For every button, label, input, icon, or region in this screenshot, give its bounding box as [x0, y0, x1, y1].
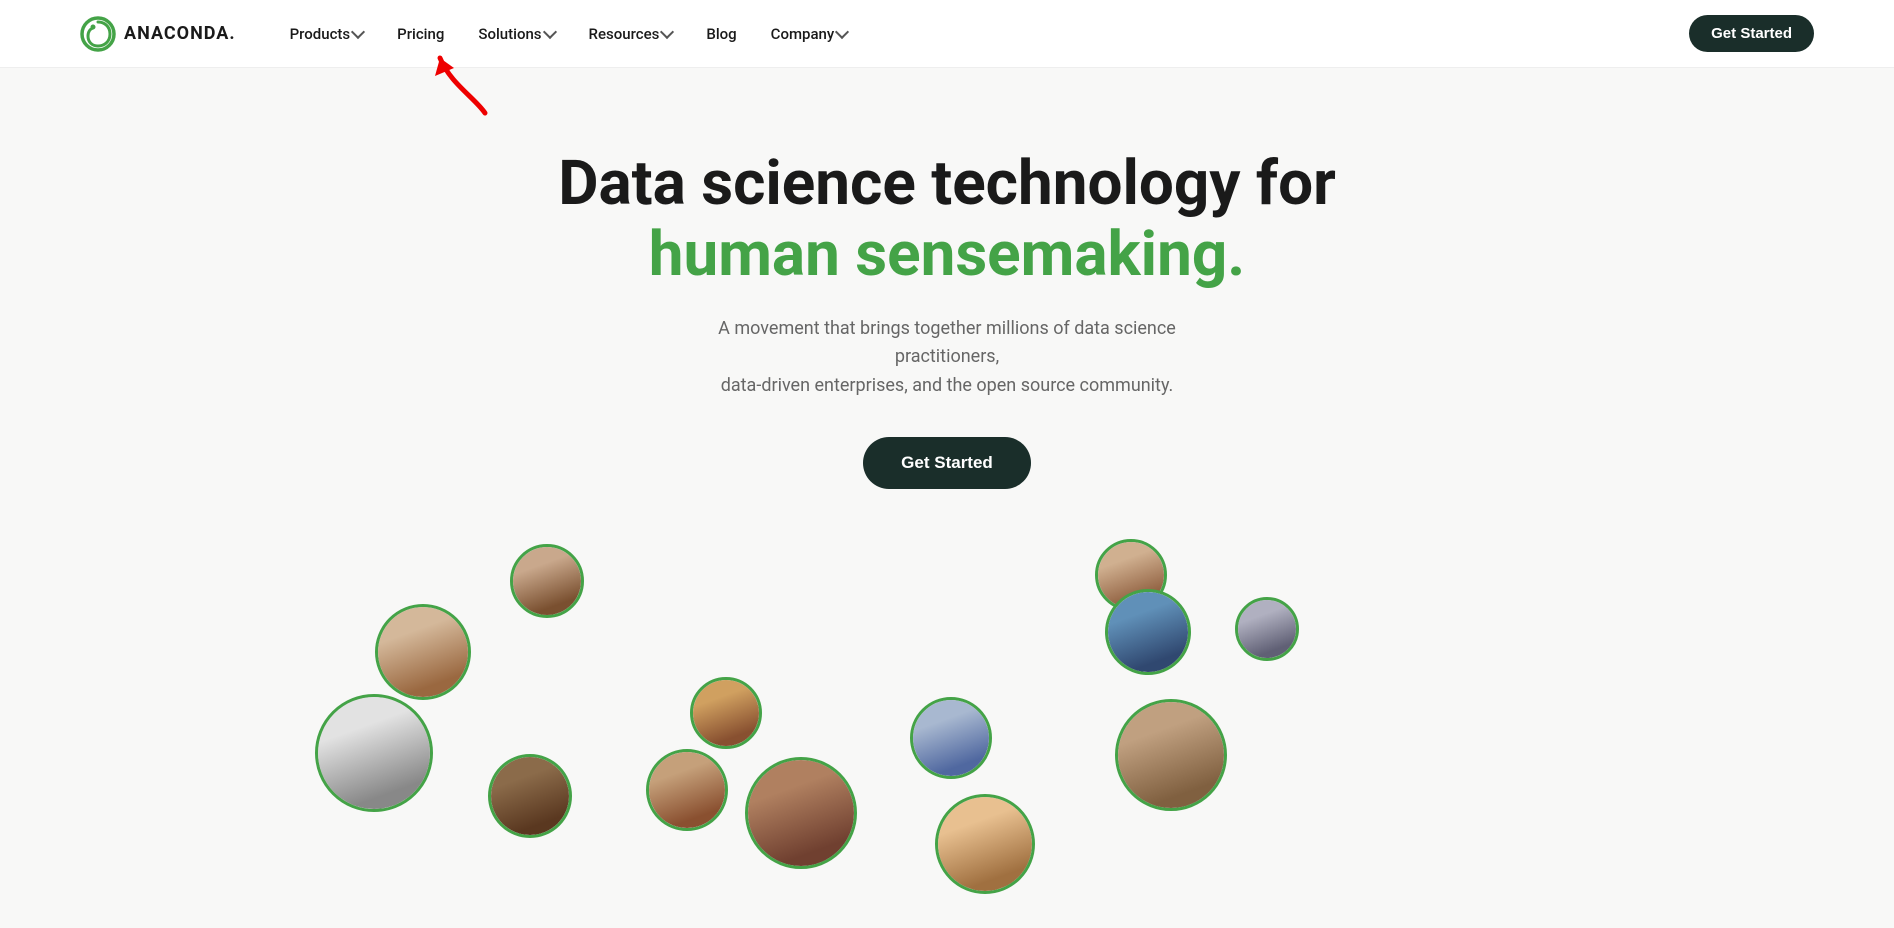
chevron-down-icon	[835, 25, 849, 39]
avatar	[935, 794, 1035, 894]
avatar	[315, 694, 433, 812]
avatar	[745, 757, 857, 869]
avatar	[1105, 589, 1191, 675]
avatar	[1235, 597, 1299, 661]
navbar: ANACONDA. Products Pricing Solutions Res…	[0, 0, 1894, 68]
hero-section: Data science technology for human sensem…	[0, 68, 1894, 909]
nav-get-started-button[interactable]: Get Started	[1689, 15, 1814, 52]
nav-item-solutions[interactable]: Solutions	[464, 17, 568, 51]
nav-item-company[interactable]: Company	[757, 17, 862, 51]
logo[interactable]: ANACONDA.	[80, 16, 236, 52]
avatars-cluster	[40, 509, 1854, 909]
logo-text: ANACONDA.	[124, 23, 236, 44]
avatar	[646, 749, 728, 831]
avatar	[510, 544, 584, 618]
nav-item-resources[interactable]: Resources	[575, 17, 687, 51]
hero-title-accent: human sensemaking.	[649, 218, 1245, 291]
chevron-down-icon	[542, 25, 556, 39]
anaconda-logo-icon	[80, 16, 116, 52]
avatar	[1115, 699, 1227, 811]
nav-item-pricing[interactable]: Pricing	[383, 17, 458, 51]
chevron-down-icon	[660, 25, 674, 39]
hero-subtitle: A movement that brings together millions…	[667, 315, 1227, 401]
avatar	[690, 677, 762, 749]
nav-links: Products Pricing Solutions Resources Blo…	[276, 17, 1690, 51]
avatar	[910, 697, 992, 779]
nav-item-blog[interactable]: Blog	[692, 17, 750, 51]
avatar	[488, 754, 572, 838]
hero-get-started-button[interactable]: Get Started	[863, 437, 1031, 489]
nav-item-products[interactable]: Products	[276, 17, 378, 51]
avatar	[375, 604, 471, 700]
chevron-down-icon	[351, 25, 365, 39]
hero-title: Data science technology for human sensem…	[558, 148, 1336, 291]
